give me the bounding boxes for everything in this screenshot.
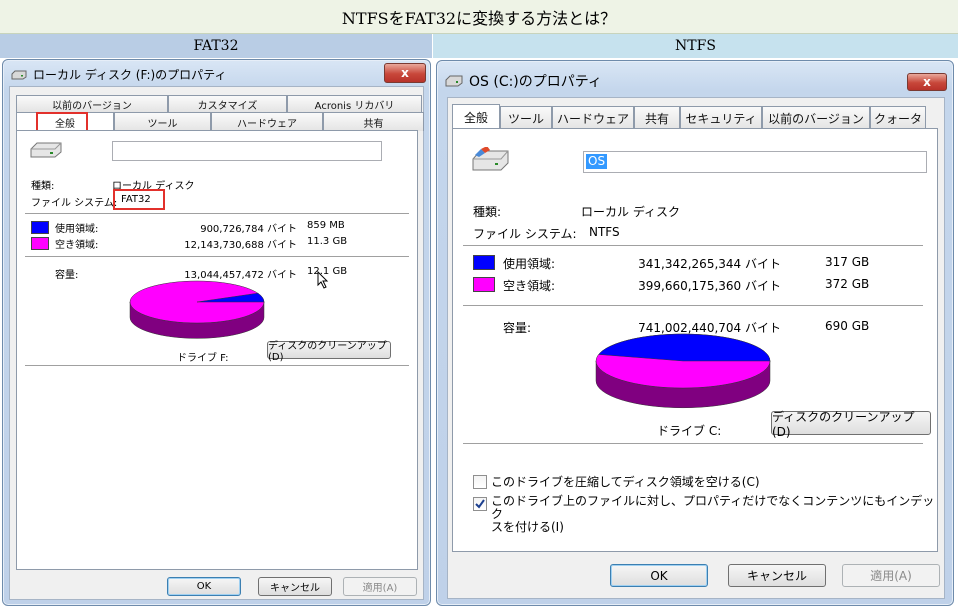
ntfs-title-bar: OS (C:)のプロパティ [445,71,602,91]
used-space-swatch [31,221,49,234]
capacity-label: 容量: [55,270,79,281]
used-space-label: 使用領域: [55,224,99,235]
tab-previous-versions[interactable]: 以前のバージョン [16,95,168,112]
tab-tools[interactable]: ツール [500,106,552,129]
tab-security[interactable]: セキュリティ [680,106,762,129]
fat32-title-bar: ローカル ディスク (F:)のプロパティ [11,66,226,83]
used-space-bytes: 900,726,784 バイト [200,224,297,235]
divider [25,256,409,257]
ntfs-properties-window: OS (C:)のプロパティ x 全般 ツール ハードウェア 共有 セキュリティ … [436,60,954,606]
used-space-bytes: 341,342,265,344 バイト [638,257,781,271]
type-label: 種類: [473,205,502,219]
drive-label: ドライブ C: [657,424,722,438]
divider [463,443,923,444]
ntfs-tabs: 全般 ツール ハードウェア 共有 セキュリティ 以前のバージョン クォータ [452,104,926,129]
tab-sharing[interactable]: 共有 [323,112,424,131]
free-space-swatch [31,237,49,250]
fat32-dialog-body: 以前のバージョン カスタマイズ Acronis リカバリ 全般 ツール ハードウ… [9,86,424,600]
fat32-close-button[interactable]: x [384,63,426,83]
ntfs-window-title: OS (C:)のプロパティ [469,74,602,90]
drive-icon [445,75,463,87]
disk-usage-pie-chart [595,333,771,409]
highlight-general-tab [36,112,88,132]
ntfs-dialog-body: 全般 ツール ハードウェア 共有 セキュリティ 以前のバージョン クォータ OS… [447,97,945,599]
column-header-ntfs: NTFS [433,34,958,58]
disk-usage-pie-chart [129,280,265,339]
mouse-cursor-icon [317,271,329,289]
disk-cleanup-button[interactable]: ディスクのクリーンアップ(D) [771,410,931,439]
volume-name-input[interactable] [112,141,382,161]
ok-button[interactable]: OK [610,564,708,587]
drive-icon [472,147,509,171]
fat32-window-title: ローカル ディスク (F:)のプロパティ [33,68,227,82]
drive-label: ドライブ F: [177,353,229,364]
fat32-properties-window: ローカル ディスク (F:)のプロパティ x 以前のバージョン カスタマイズ A… [2,59,431,606]
used-space-swatch [473,255,495,270]
ntfs-close-button[interactable]: x [907,73,947,91]
tab-sharing[interactable]: 共有 [634,106,680,129]
volume-name-selected: OS [586,154,608,169]
fat32-general-page: 種類: ローカル ディスク ファイル システム: FAT32 使用領域: 900… [16,130,418,570]
capacity-label: 容量: [503,321,532,335]
apply-button[interactable]: 適用(A) [842,564,940,587]
compress-drive-label: このドライブを圧縮してディスク領域を空ける(C) [491,475,760,489]
compress-drive-checkbox[interactable] [473,475,487,489]
index-contents-label: このドライブ上のファイルに対し、プロパティだけでなくコンテンツにもインデック ス… [491,494,935,534]
file-system-label: ファイル システム: [31,198,118,209]
tab-hardware[interactable]: ハードウェア [552,106,634,129]
disk-cleanup-button[interactable]: ディスクのクリーンアップ(D) [267,341,391,363]
divider [463,305,923,306]
free-space-swatch [473,277,495,292]
tab-tools[interactable]: ツール [114,112,211,131]
drive-icon [30,142,62,158]
free-space-size: 11.3 GB [307,236,348,247]
fat32-tabs-top: 以前のバージョン カスタマイズ Acronis リカバリ [16,95,422,112]
divider [25,213,409,214]
tab-general[interactable]: 全般 [452,104,500,129]
ntfs-general-page: OS 種類: ローカル ディスク ファイル システム: NTFS 使用領域: 3… [452,128,938,552]
file-system-value: NTFS [589,225,620,239]
free-space-size: 372 GB [825,277,870,291]
highlight-file-system [113,189,165,210]
free-space-label: 空き領域: [55,240,99,251]
tab-hardware[interactable]: ハードウェア [211,112,323,131]
column-header-fat32: FAT32 [0,34,432,58]
free-space-label: 空き領域: [503,279,556,293]
index-contents-checkbox[interactable] [473,497,487,511]
capacity-size: 690 GB [825,319,870,333]
used-space-label: 使用領域: [503,257,556,271]
divider [463,245,923,246]
tab-previous-versions[interactable]: 以前のバージョン [762,106,870,129]
free-space-bytes: 399,660,175,360 バイト [638,279,781,293]
tab-customize[interactable]: カスタマイズ [168,95,287,112]
cancel-button[interactable]: キャンセル [728,564,826,587]
page-title: NTFSをFAT32に変換する方法とは？ [0,0,958,34]
ok-button[interactable]: OK [167,577,241,596]
used-space-size: 859 MB [307,220,345,231]
type-label: 種類: [31,181,55,192]
divider [25,365,409,366]
used-space-size: 317 GB [825,255,870,269]
free-space-bytes: 12,143,730,688 バイト [184,240,297,251]
type-value: ローカル ディスク [581,205,680,219]
file-system-label: ファイル システム: [473,227,577,241]
cancel-button[interactable]: キャンセル [258,577,332,596]
tab-acronis-recovery[interactable]: Acronis リカバリ [287,95,422,112]
volume-name-input[interactable]: OS [583,151,927,173]
tab-quota[interactable]: クォータ [870,106,926,129]
apply-button[interactable]: 適用(A) [343,577,417,596]
drive-icon [11,70,27,79]
checkmark-icon [475,499,485,509]
